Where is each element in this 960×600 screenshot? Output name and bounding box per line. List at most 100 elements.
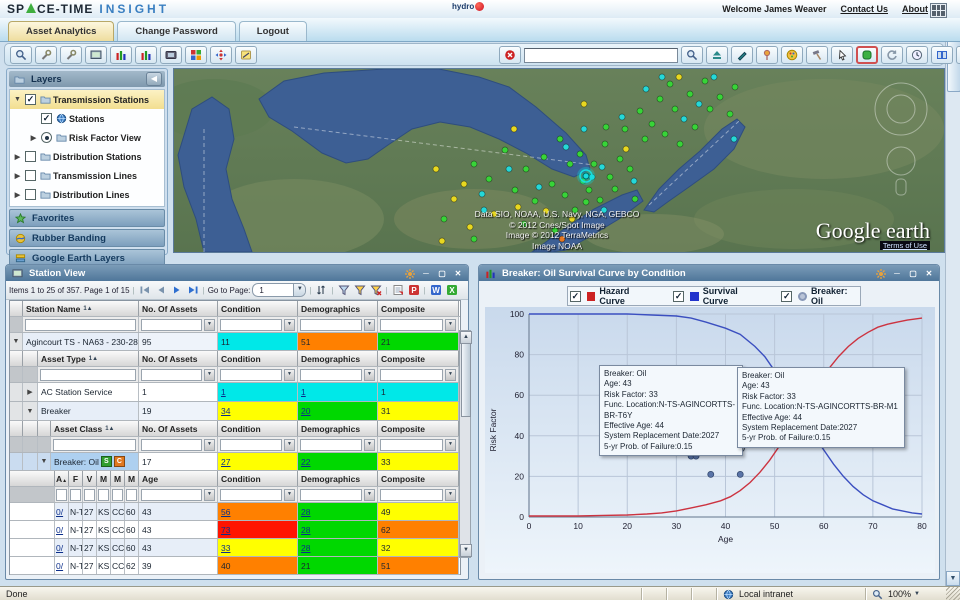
column-header[interactable]: Condition xyxy=(218,351,298,366)
checkbox-unchecked[interactable] xyxy=(25,151,36,162)
station-dot[interactable] xyxy=(486,176,492,182)
station-dot[interactable] xyxy=(559,236,565,242)
layer-item-distribution-stations[interactable]: ▶Distribution Stations xyxy=(10,147,164,166)
asset-attr-cell[interactable]: 0/ xyxy=(55,557,69,574)
station-dot[interactable] xyxy=(562,192,568,198)
table-row[interactable]: ▼▼▼▼ xyxy=(10,317,460,333)
filter-input[interactable] xyxy=(53,439,136,451)
station-dot[interactable] xyxy=(491,211,497,217)
filter-input[interactable] xyxy=(84,489,95,501)
station-dot[interactable] xyxy=(541,154,547,160)
station-dot[interactable] xyxy=(692,124,698,130)
table-row[interactable]: 0/N-T27KSCC6043732862 xyxy=(10,521,460,539)
station-dot[interactable] xyxy=(577,151,583,157)
tab-logout[interactable]: Logout xyxy=(239,21,307,41)
column-header-v[interactable]: V xyxy=(83,471,97,486)
filter-cell[interactable]: ▼ xyxy=(218,437,298,452)
expand-icon[interactable]: ▶ xyxy=(12,153,23,161)
zoom-dropdown-icon[interactable]: ▼ xyxy=(914,591,920,597)
select-cursor-icon[interactable] xyxy=(831,46,853,64)
column-header[interactable]: Composite xyxy=(378,351,459,366)
filter-input[interactable] xyxy=(70,489,81,501)
station-dot[interactable] xyxy=(607,174,613,180)
next-page-icon[interactable] xyxy=(170,284,184,297)
filter-cell[interactable]: ▼ xyxy=(139,437,218,452)
page-select-dropdown-icon[interactable]: ▼ xyxy=(293,284,305,296)
column-header[interactable]: Demographics xyxy=(298,471,378,486)
filter-dropdown-icon[interactable]: ▼ xyxy=(445,439,456,451)
filter-input[interactable] xyxy=(380,489,443,501)
filter-apply-icon[interactable] xyxy=(353,284,367,297)
grid-menu-icon[interactable] xyxy=(930,3,947,18)
station-dot[interactable] xyxy=(667,81,673,87)
filmstrip-icon[interactable] xyxy=(160,46,182,64)
column-header-m[interactable]: M xyxy=(125,471,139,486)
filter-input[interactable] xyxy=(112,489,123,501)
filter-input[interactable] xyxy=(40,369,136,381)
table-row[interactable]: Station Name1▲No. Of AssetsConditionDemo… xyxy=(10,301,460,317)
browser-scrollbar[interactable]: ▲ ▼ xyxy=(945,18,960,586)
placemark-icon[interactable] xyxy=(756,46,778,64)
station-dot[interactable] xyxy=(586,187,592,193)
station-dot[interactable] xyxy=(563,144,569,150)
build-tool-icon[interactable] xyxy=(806,46,828,64)
search-go-icon[interactable] xyxy=(681,46,703,64)
station-dot[interactable] xyxy=(637,108,643,114)
terms-of-use-link[interactable]: Terms of Use xyxy=(880,241,930,250)
selected-station-dot[interactable] xyxy=(583,173,589,179)
checkbox-unchecked[interactable] xyxy=(25,189,36,200)
station-dot[interactable] xyxy=(512,187,518,193)
grid-scrollbar[interactable]: ▲ ▼ xyxy=(459,330,471,558)
station-dot[interactable] xyxy=(677,141,683,147)
layer-item-stations[interactable]: ✓Stations xyxy=(10,109,164,128)
bar-chart-icon[interactable] xyxy=(110,46,132,64)
tab-asset-analytics[interactable]: Asset Analytics xyxy=(8,21,114,41)
station-dot[interactable] xyxy=(601,207,607,213)
station-dot[interactable] xyxy=(642,136,648,142)
table-row[interactable]: 0/N-T27KSCC6043332832 xyxy=(10,539,460,557)
grid-scroll-down-icon[interactable]: ▼ xyxy=(460,544,472,557)
last-page-icon[interactable] xyxy=(186,284,200,297)
panel-minimize-icon[interactable]: ─ xyxy=(420,268,432,279)
station-dot[interactable] xyxy=(583,199,589,205)
legend-checkbox[interactable]: ✓ xyxy=(570,291,581,302)
filter-input[interactable] xyxy=(141,489,202,501)
expand-icon[interactable]: ▶ xyxy=(12,191,23,199)
station-dot[interactable] xyxy=(649,121,655,127)
column-header[interactable]: Condition xyxy=(218,301,298,316)
station-dot[interactable] xyxy=(681,116,687,122)
filter-cell[interactable]: ▼ xyxy=(218,367,298,382)
page-select[interactable]: 1 ▼ xyxy=(252,283,306,297)
filter-dropdown-icon[interactable]: ▼ xyxy=(445,369,456,381)
column-header[interactable]: Composite xyxy=(378,301,459,316)
station-dot[interactable] xyxy=(632,196,638,202)
contact-us-link[interactable]: Contact Us xyxy=(840,4,888,14)
sort-icon[interactable] xyxy=(314,284,328,297)
filter-input[interactable] xyxy=(300,319,362,331)
pan-compass-icon[interactable] xyxy=(210,46,232,64)
search-input[interactable] xyxy=(524,48,678,63)
prev-page-icon[interactable] xyxy=(154,284,168,297)
station-dot[interactable] xyxy=(515,204,521,210)
collapse-row-icon[interactable]: ▼ xyxy=(10,338,22,345)
checkbox-unchecked[interactable] xyxy=(25,170,36,181)
legend-item-hazard-curve[interactable]: ✓Hazard Curve xyxy=(568,286,655,306)
filter-input[interactable] xyxy=(220,319,282,331)
table-row[interactable]: Asset Class1▲No. Of AssetsConditionDemog… xyxy=(10,421,460,437)
filter-input[interactable] xyxy=(56,489,67,501)
filter-input[interactable] xyxy=(220,439,282,451)
column-header[interactable]: No. Of Assets xyxy=(139,301,218,316)
station-dot[interactable] xyxy=(711,74,717,80)
filter-dropdown-icon[interactable]: ▼ xyxy=(284,319,295,331)
filter-input[interactable] xyxy=(300,489,362,501)
filter-cell[interactable]: ▼ xyxy=(139,487,218,502)
filter-dropdown-icon[interactable]: ▼ xyxy=(445,489,456,501)
history-clock-icon[interactable] xyxy=(906,46,928,64)
filter-cell[interactable]: ▼ xyxy=(378,437,459,452)
station-dot[interactable] xyxy=(657,96,663,102)
filter-input[interactable] xyxy=(380,369,443,381)
legend-item-survival-curve[interactable]: ✓Survival Curve xyxy=(671,286,763,306)
filter-cell[interactable] xyxy=(111,487,125,502)
row-name[interactable]: Breaker: OilSC xyxy=(51,453,139,470)
table-row[interactable]: ▼▼▼▼ xyxy=(10,487,460,503)
